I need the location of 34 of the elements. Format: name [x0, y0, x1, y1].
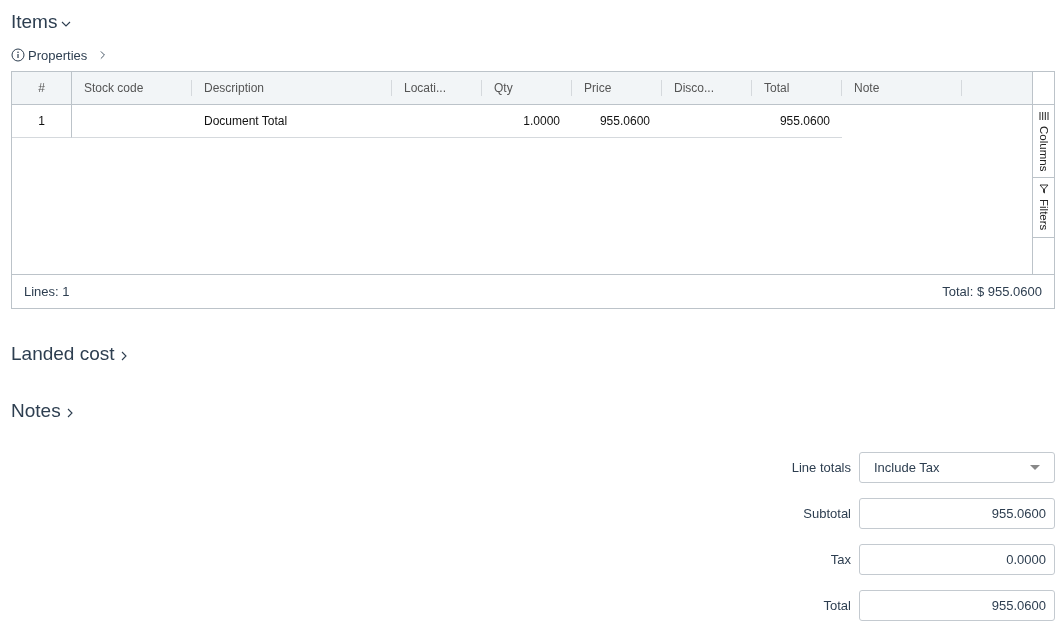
table-cell: 955.0600 — [599, 114, 650, 128]
table-cell: 955.0600 — [779, 114, 830, 128]
column-header[interactable]: Description — [192, 72, 392, 104]
caret-icon — [1030, 464, 1040, 471]
field-label: Total — [823, 598, 851, 613]
grid-total: Total: $ 955.0600 — [942, 284, 1042, 299]
column-header[interactable]: # — [12, 72, 72, 104]
column-header[interactable]: Qty — [482, 72, 572, 104]
section-heading[interactable]: Items — [11, 11, 72, 33]
table-cell: 1.0000 — [523, 114, 560, 128]
line-count: Lines: 1 — [24, 284, 70, 299]
input-field[interactable]: 955.0600 — [859, 590, 1055, 621]
dropdown[interactable]: Include Tax — [859, 452, 1055, 483]
column-header[interactable]: Price — [572, 72, 662, 104]
input-field[interactable]: 0.0000 — [859, 544, 1055, 575]
side-panel-tab[interactable]: Columns — [1033, 105, 1054, 179]
column-header[interactable]: Stock code — [72, 72, 192, 104]
input-field[interactable]: 955.0600 — [859, 498, 1055, 529]
side-panel-tab[interactable]: Filters — [1033, 178, 1054, 238]
filter-icon — [1038, 184, 1049, 195]
field-label: Tax — [830, 552, 851, 567]
column-header[interactable]: Disco... — [662, 72, 752, 104]
column-header[interactable]: Total — [752, 72, 842, 104]
section-heading[interactable]: Notes — [11, 400, 75, 422]
column-header[interactable]: Note — [842, 72, 962, 104]
section-heading[interactable]: Landed cost — [11, 343, 129, 365]
field-label: Line totals — [791, 460, 851, 475]
table-cell: 1 — [38, 114, 45, 128]
column-header[interactable]: Locati... — [392, 72, 482, 104]
field-label: Subtotal — [803, 506, 851, 521]
columns-icon — [1038, 111, 1049, 121]
properties-link[interactable]: Properties — [11, 47, 109, 63]
info-icon — [11, 48, 25, 62]
table-cell: Document Total — [204, 114, 288, 128]
